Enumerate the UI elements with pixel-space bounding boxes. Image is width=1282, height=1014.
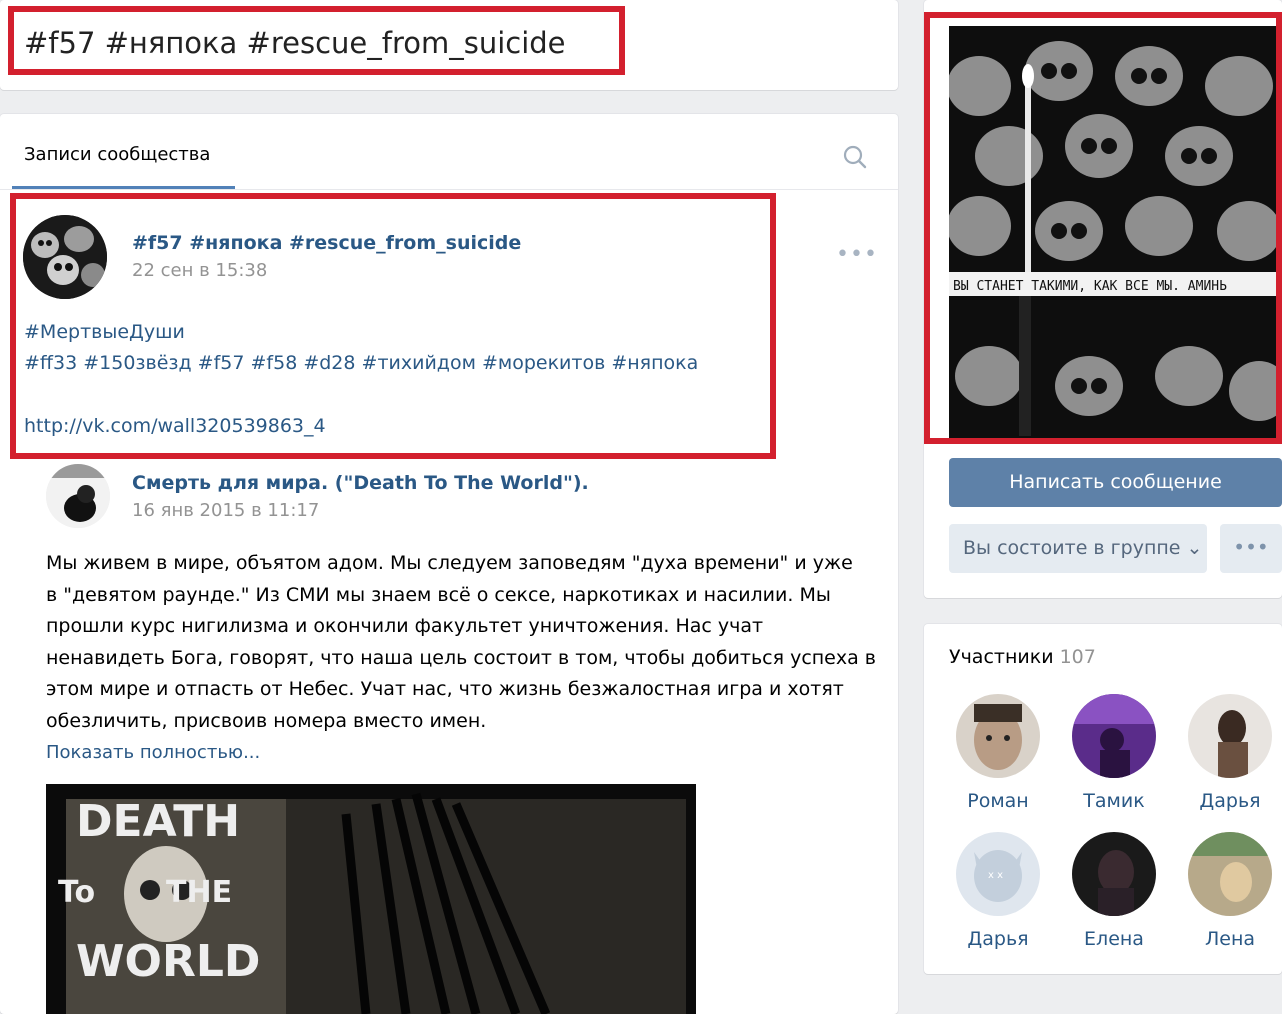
image-text-world: WORLD	[76, 936, 260, 987]
member-item[interactable]: x x Дарья	[943, 832, 1053, 950]
post-link[interactable]: http://vk.com/wall320539863_4	[24, 411, 326, 443]
group-title: #f57 #няпока #rescue_from_suicide	[24, 26, 566, 60]
member-avatar[interactable]	[1188, 694, 1272, 778]
more-dots-icon[interactable]: •••	[836, 242, 878, 267]
wall: Записи сообщества #f57 #няпока #rescue_f…	[0, 114, 898, 1014]
member-avatar[interactable]: x x	[956, 832, 1040, 916]
post-author-avatar[interactable]	[23, 215, 107, 299]
member-name[interactable]: Тамик	[1059, 790, 1169, 812]
member-name[interactable]: Дарья	[943, 928, 1053, 950]
member-name[interactable]: Роман	[943, 790, 1053, 812]
member-item[interactable]: Лена	[1175, 832, 1282, 950]
repost-date[interactable]: 16 янв 2015 в 11:17	[132, 500, 319, 521]
divider	[0, 189, 898, 190]
member-item[interactable]: Роман	[943, 694, 1053, 812]
repost-text-line: в "девятом раунде." Из СМИ мы знаем всё …	[46, 583, 831, 606]
repost-text-line: обезличить, присвоив номера вместо имен.	[46, 709, 487, 732]
member-item[interactable]: Дарья	[1175, 694, 1282, 812]
group-header: #f57 #няпока #rescue_from_suicide	[0, 0, 898, 90]
member-item[interactable]: Елена	[1059, 832, 1169, 950]
members-card: Участники 107 Роман Тамик Дарья x x Дарья…	[924, 624, 1282, 974]
image-text-death: DEATH	[76, 796, 240, 847]
cover-caption: ВЫ СТАНЕТ ТАКИМИ, КАК ВСЕ МЫ. АМИНЬ	[953, 279, 1227, 294]
member-name[interactable]: Лена	[1175, 928, 1282, 950]
member-avatar[interactable]	[1072, 694, 1156, 778]
post-date[interactable]: 22 сен в 15:38	[132, 260, 267, 281]
image-text-the: THE	[166, 875, 232, 910]
post-hashtags-line1[interactable]: #МертвыеДуши	[24, 317, 185, 349]
repost-text-line: ненавидеть Бога, говорят, что наша цель …	[46, 646, 876, 669]
member-name[interactable]: Елена	[1059, 928, 1169, 950]
members-count: 107	[1059, 646, 1096, 668]
members-title: Участники	[949, 646, 1054, 668]
member-item[interactable]: Тамик	[1059, 694, 1169, 812]
member-avatar[interactable]	[1072, 832, 1156, 916]
repost-author-avatar[interactable]	[46, 464, 110, 528]
repost-text-line: Мы живем в мире, объятом адом. Мы следуе…	[46, 552, 853, 574]
member-avatar[interactable]	[956, 694, 1040, 778]
members-header[interactable]: Участники 107	[949, 646, 1096, 668]
repost-text-line: этом мире и отпасть от Небес. Учат нас, …	[46, 678, 844, 700]
membership-dropdown-button[interactable]: Вы состоите в группе ⌄	[949, 524, 1207, 573]
post-hashtags-line2[interactable]: #ff33 #150звёзд #f57 #f58 #d28 #тихийдом…	[24, 348, 698, 380]
show-more-link[interactable]: Показать полностью...	[46, 737, 260, 769]
send-message-button[interactable]: Написать сообщение	[949, 458, 1282, 507]
post-author-link[interactable]: #f57 #няпока #rescue_from_suicide	[132, 232, 521, 254]
group-cover-photo[interactable]: ВЫ СТАНЕТ ТАКИМИ, КАК ВСЕ МЫ. АМИНЬ	[949, 26, 1282, 438]
image-text-to: To	[58, 875, 95, 910]
repost-author-link[interactable]: Смерть для мира. ("Death To The World").	[132, 472, 589, 494]
repost-image[interactable]: DEATH To THE WORLD	[46, 784, 696, 1014]
member-name[interactable]: Дарья	[1175, 790, 1282, 812]
svg-text:x x: x x	[988, 870, 1003, 881]
repost-text-line: прошли курс нигилизма и окончили факульт…	[46, 615, 764, 637]
search-icon[interactable]	[842, 144, 868, 170]
member-avatar[interactable]	[1188, 832, 1272, 916]
group-cover-card: ВЫ СТАНЕТ ТАКИМИ, КАК ВСЕ МЫ. АМИНЬ Напи…	[924, 0, 1282, 598]
repost-text: Мы живем в мире, объятом адом. Мы следуе…	[46, 548, 886, 737]
tab-community-posts[interactable]: Записи сообщества	[24, 144, 210, 165]
more-actions-button[interactable]: •••	[1220, 524, 1282, 573]
